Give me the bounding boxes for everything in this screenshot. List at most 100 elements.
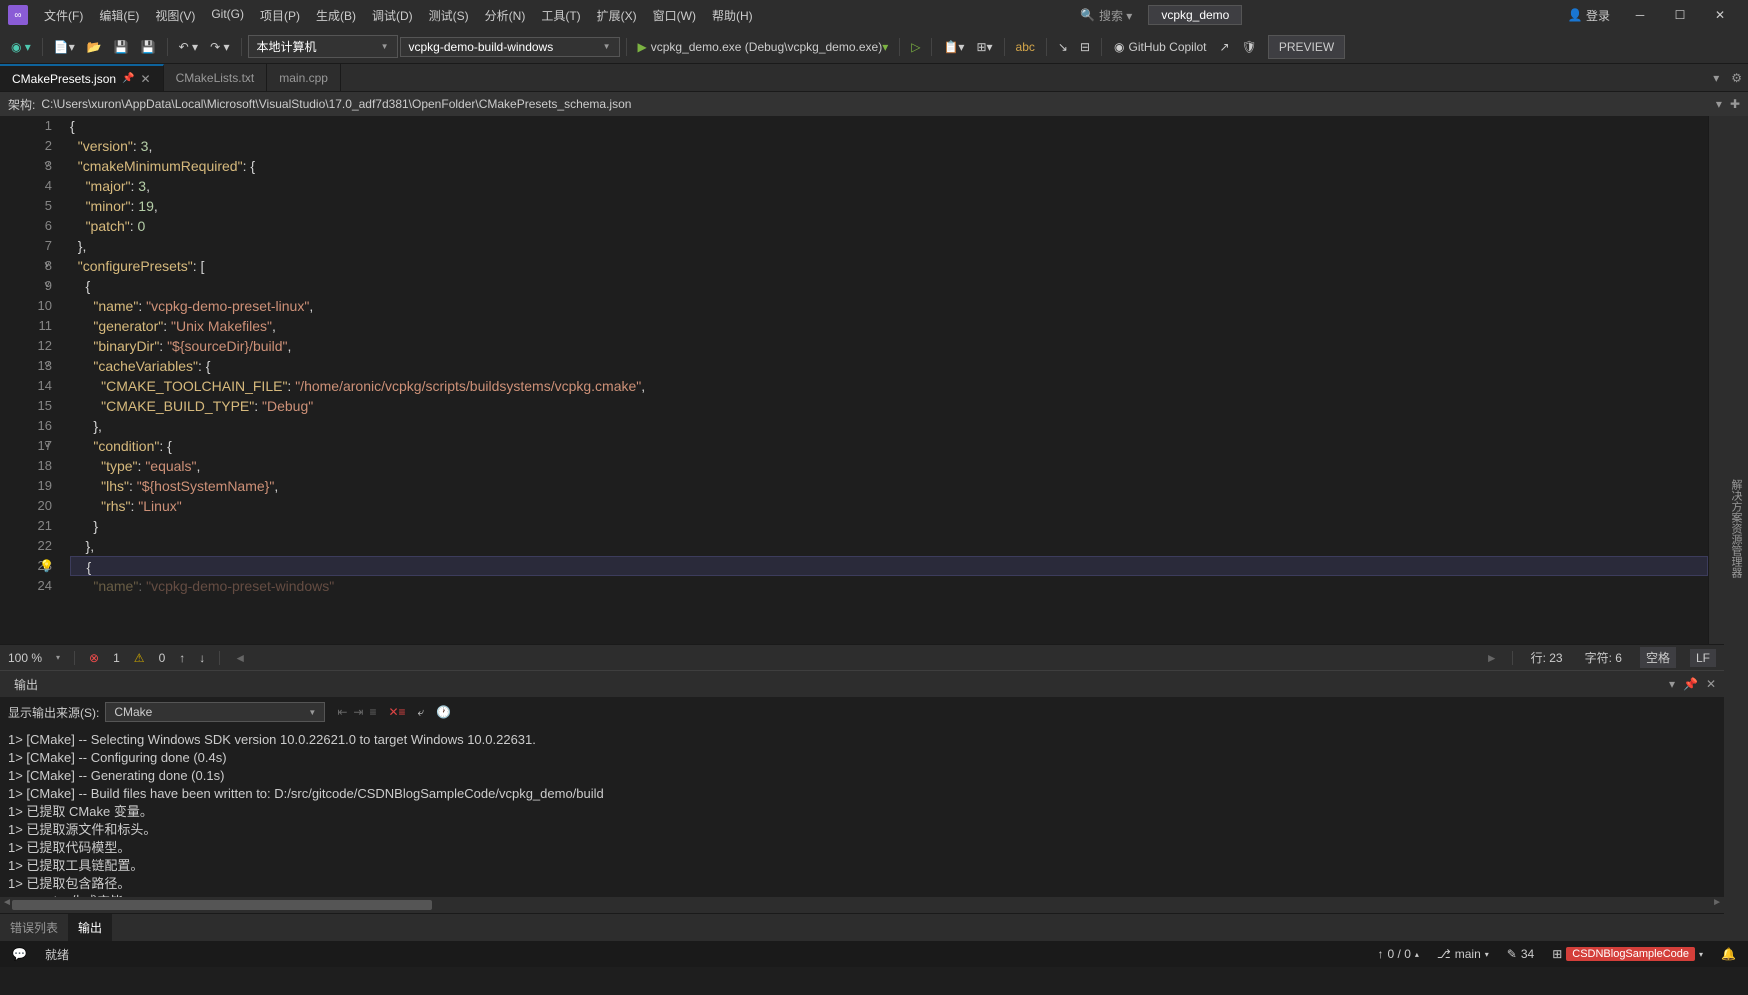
output-wrap-off-button[interactable]: ≡ [369,705,376,719]
menu-project[interactable]: 项目(P) [252,7,308,24]
tab-settings-button[interactable]: ⚙ [1725,64,1748,91]
fold-toggle[interactable]: ˅ [44,256,50,276]
format-button[interactable]: ↘ [1053,37,1073,57]
copilot-button[interactable]: ◉ GitHub Copilot [1108,40,1213,54]
output-close-icon[interactable]: ✕ [1706,677,1716,691]
output-source-label: 显示输出来源(S): [8,704,99,721]
menu-window[interactable]: 窗口(W) [645,7,704,24]
nav-back-button[interactable]: ◉ ▾ [6,37,36,57]
menu-debug[interactable]: 调试(D) [364,7,421,24]
search-box[interactable]: 🔍 搜索 ▾ [1070,7,1142,24]
next-issue-button[interactable]: ↓ [199,651,205,665]
code-editor[interactable]: 123˅45678˅9˅10111213˅14151617˅1819202122… [0,116,1724,644]
status-changes[interactable]: ✎ 34 [1503,947,1538,961]
start-without-debug-button[interactable]: ▷ [906,37,925,57]
warning-icon[interactable]: ⚠ [134,651,145,665]
menu-analyze[interactable]: 分析(N) [477,7,534,24]
pencil-icon: ✎ [1507,947,1517,961]
schema-dropdown-icon[interactable]: ▾ [1716,97,1722,111]
menu-bar: 文件(F) 编辑(E) 视图(V) Git(G) 项目(P) 生成(B) 调试(… [36,7,761,24]
preset-label: vcpkg-demo-build-windows [409,40,554,54]
prev-issue-button[interactable]: ↑ [179,651,185,665]
login-button[interactable]: 👤 登录 [1558,7,1620,24]
hscroll-right[interactable]: ► [1486,651,1498,665]
cursor-line: 行: 23 [1527,649,1567,666]
fold-toggle[interactable]: ˅ [44,436,50,456]
minimize-button[interactable]: ─ [1620,0,1660,30]
preview-button[interactable]: PREVIEW [1268,35,1345,59]
hscroll-left[interactable]: ◄ [234,651,246,665]
config-dropdown[interactable]: 本地计算机▼ [248,35,398,58]
output-body[interactable]: 1> [CMake] -- Selecting Windows SDK vers… [0,727,1724,897]
tab-output[interactable]: 输出 [68,914,112,941]
tab-cmakelists[interactable]: CMakeLists.txt [164,64,268,91]
lightbulb-icon[interactable]: 💡 [39,556,54,576]
fold-toggle[interactable]: ˅ [44,356,50,376]
fold-toggle[interactable]: ˅ [44,156,50,176]
error-icon[interactable]: ⊗ [89,651,99,665]
status-issues[interactable]: ↑ 0 / 0 ▴ [1374,947,1423,961]
schema-add-icon[interactable]: ✚ [1730,97,1740,111]
preset-dropdown[interactable]: vcpkg-demo-build-windows▼ [400,37,620,57]
open-button[interactable]: 📂 [82,37,107,57]
vtab-solution-explorer[interactable]: 解决方案资源管理器 [1726,475,1746,582]
output-indent-left-button[interactable]: ⇤ [337,705,347,719]
tab-error-list[interactable]: 错误列表 [0,914,68,941]
status-branch[interactable]: ⎇ main ▾ [1433,947,1493,961]
redo-button[interactable]: ↷ ▾ [205,37,234,57]
new-item-button[interactable]: 📄▾ [49,37,80,57]
menu-help[interactable]: 帮助(H) [704,7,761,24]
start-debug-button[interactable]: ▶ vcpkg_demo.exe (Debug\vcpkg_demo.exe) … [633,37,894,57]
tab-cmakepresets[interactable]: CMakePresets.json 📌 ✕ [0,64,164,91]
output-history-button[interactable]: 🕐 [436,705,451,719]
pin-icon[interactable]: 📌 [122,73,134,84]
menu-build[interactable]: 生成(B) [308,7,364,24]
branch-name: main [1455,947,1481,961]
tab-maincpp[interactable]: main.cpp [267,64,341,91]
admin-button[interactable]: 🛡 [1237,37,1262,57]
output-source-select[interactable]: CMake ▼ [105,702,325,722]
solution-name[interactable]: vcpkg_demo [1148,5,1242,25]
output-wrap-button[interactable]: ⤶ [418,705,425,720]
repo-name: CSDNBlogSampleCode [1566,947,1695,961]
status-notifications-button[interactable]: 🔔 [1717,947,1740,961]
menu-extensions[interactable]: 扩展(X) [589,7,645,24]
layout-button[interactable]: ⊞▾ [971,37,997,57]
output-pin-icon[interactable]: 📌 [1683,677,1698,691]
arrow-up-icon: ↑ [1378,947,1384,961]
output-indent-right-button[interactable]: ⇥ [353,705,363,719]
save-button[interactable]: 💾 [109,37,134,57]
text-button[interactable]: abc [1011,37,1040,57]
whitespace-mode[interactable]: 空格 [1640,647,1676,668]
tab-label: CMakePresets.json [12,72,116,86]
output-source-value: CMake [114,705,152,719]
output-hscrollbar[interactable]: ◄ ► [0,897,1724,913]
editor-scrollbar[interactable] [1708,116,1724,644]
close-icon[interactable]: ✕ [141,72,151,86]
config-label: 本地计算机 [257,38,317,55]
tab-overflow-button[interactable]: ▾ [1707,64,1725,91]
comment-button[interactable]: ⊟ [1075,37,1095,57]
branch-icon: ⎇ [1437,947,1451,961]
undo-button[interactable]: ↶ ▾ [174,37,203,57]
output-dropdown-icon[interactable]: ▾ [1669,677,1675,691]
menu-edit[interactable]: 编辑(E) [91,7,147,24]
line-ending[interactable]: LF [1690,649,1716,667]
close-button[interactable]: ✕ [1700,0,1740,30]
zoom-level[interactable]: 100 % [8,651,42,665]
maximize-button[interactable]: ☐ [1660,0,1700,30]
output-clear-button[interactable]: ✕≡ [388,705,405,719]
status-feedback-button[interactable]: 💬 [8,947,31,961]
code-content[interactable]: { "version": 3, "cmakeMinimumRequired": … [70,116,1708,644]
menu-test[interactable]: 测试(S) [421,7,477,24]
fold-toggle[interactable]: ˅ [44,276,50,296]
share-button[interactable]: ↗ [1215,37,1235,57]
menu-file[interactable]: 文件(F) [36,7,91,24]
stack-button[interactable]: 📋▾ [938,37,969,57]
menu-tools[interactable]: 工具(T) [533,7,588,24]
menu-git[interactable]: Git(G) [203,7,252,24]
status-repo[interactable]: ⊞ CSDNBlogSampleCode ▾ [1548,947,1707,961]
editor-tabs: CMakePresets.json 📌 ✕ CMakeLists.txt mai… [0,64,1748,92]
menu-view[interactable]: 视图(V) [147,7,203,24]
save-all-button[interactable]: 💾 [136,37,161,57]
